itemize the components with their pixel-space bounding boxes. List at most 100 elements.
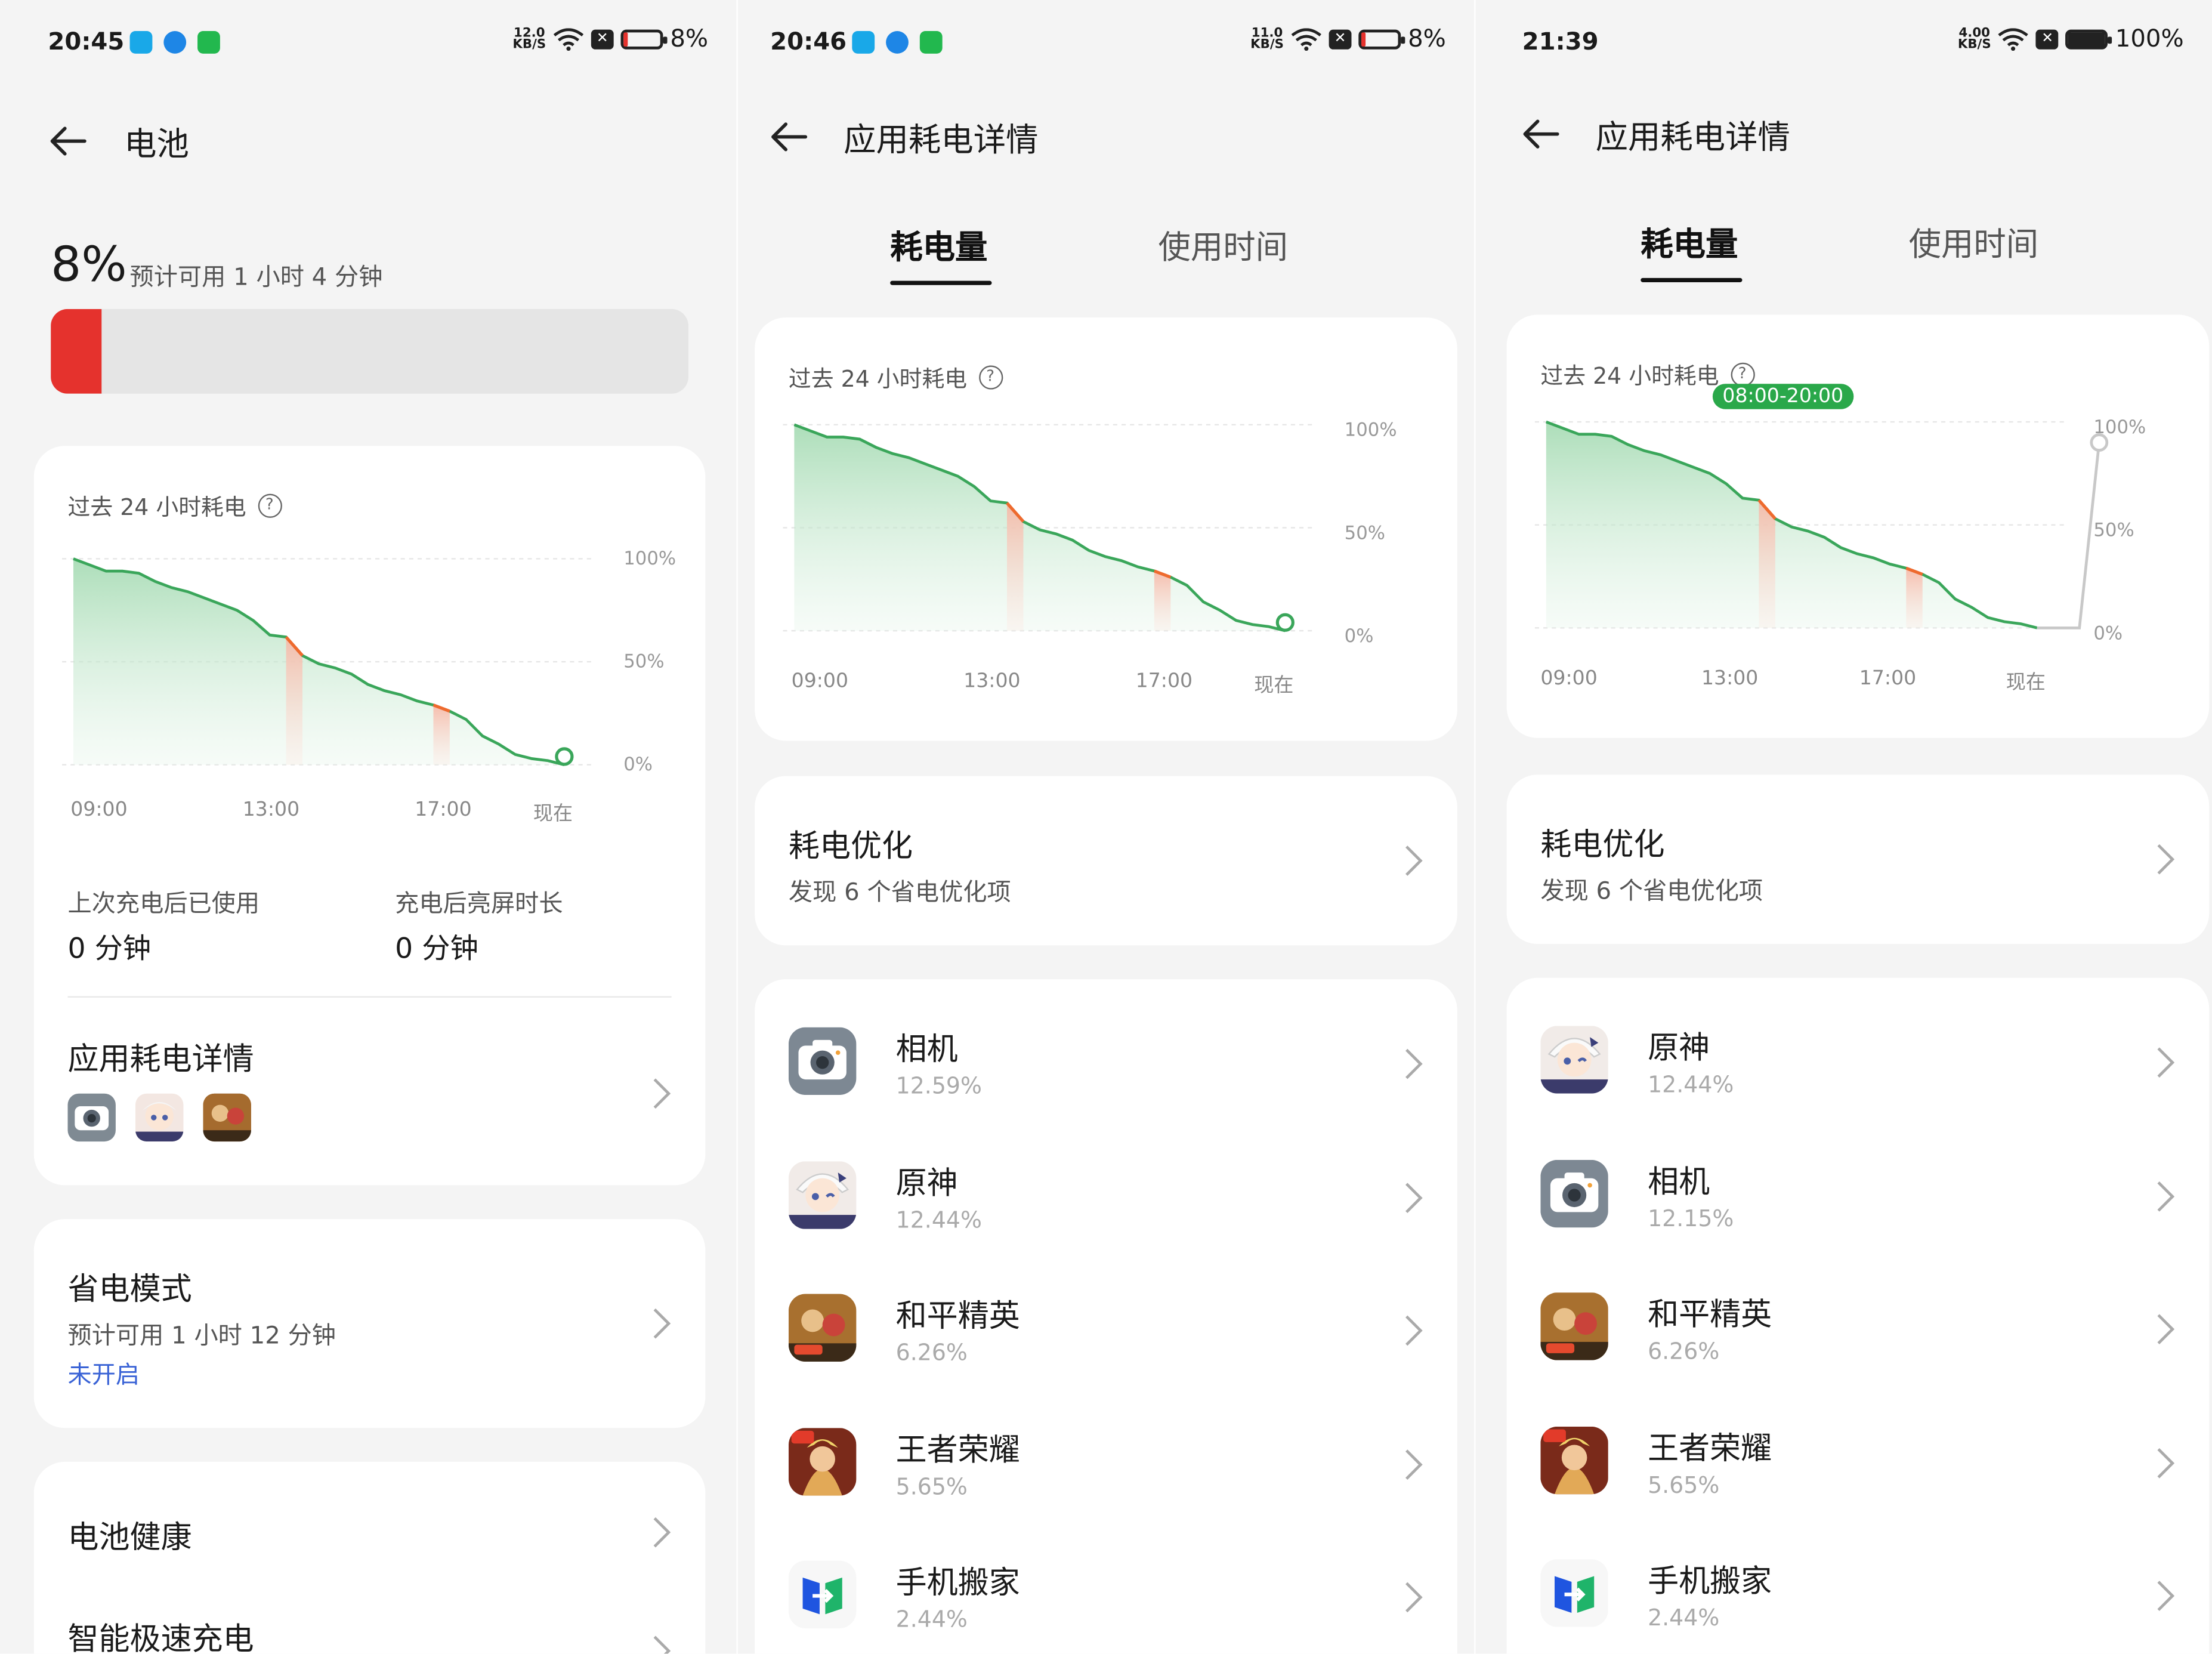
chevron-right-icon <box>2157 1581 2175 1612</box>
battery-health-row[interactable]: 电池健康 <box>34 1462 706 1563</box>
usage-chart <box>62 557 593 767</box>
optimization-title: 耗电优化 <box>788 829 913 865</box>
tab-power-usage[interactable]: 耗电量 <box>1641 217 1738 265</box>
tab-usage-time[interactable]: 使用时间 <box>1158 220 1289 268</box>
app-name: 和平精英 <box>895 1300 1020 1335</box>
usage-chart-card: 过去 24 小时耗电 ? 08:00-20:00 09:00 13:00 17:… <box>1506 314 2210 738</box>
app-row[interactable]: 相机 12.15% <box>1507 1125 2210 1258</box>
browser-notification-icon <box>886 31 909 54</box>
peace-elite-icon <box>788 1294 857 1362</box>
end-point <box>555 747 574 766</box>
sim-off-icon: ✕ <box>2036 29 2059 50</box>
stat-label-since-charge: 上次充电后已使用 <box>67 890 260 919</box>
app-row[interactable]: 手机搬家 2.44% <box>1507 1526 2210 1653</box>
x-tick-label: 现在 <box>1254 674 1294 698</box>
app-name: 王者荣耀 <box>1648 1431 1772 1467</box>
battery-icon <box>2065 29 2113 50</box>
status-time: 20:45 <box>48 28 125 57</box>
status-battery-text: 100% <box>2115 25 2184 54</box>
app-row[interactable]: 和平精英 6.26% <box>755 1260 1457 1393</box>
y-tick-label: 0% <box>623 755 653 776</box>
status-bar: 20:45 12.0 KB/S ✕ 8% <box>0 26 736 65</box>
app-percent: 12.44% <box>895 1205 982 1233</box>
x-tick-label: 现在 <box>533 803 573 826</box>
phone-clone-icon <box>788 1561 857 1629</box>
optimization-row[interactable]: 耗电优化 发现 6 个省电优化项 <box>1506 774 2210 945</box>
chevron-right-icon <box>653 1078 671 1109</box>
app-percent: 12.44% <box>1648 1070 1734 1098</box>
app-row[interactable]: 王者荣耀 5.65% <box>755 1394 1457 1526</box>
chevron-right-icon <box>653 1636 671 1654</box>
wifi-icon <box>1291 28 1321 51</box>
status-battery-text: 8% <box>670 25 709 54</box>
drain-highlight <box>1759 500 1775 628</box>
app-percent: 6.26% <box>895 1339 968 1366</box>
chevron-right-icon <box>1405 1449 1423 1480</box>
app-row[interactable]: 和平精英 6.26% <box>1507 1259 2210 1391</box>
camera-icon <box>788 1027 857 1096</box>
app-row[interactable]: 相机 12.59% <box>755 993 1457 1126</box>
battery-percent: 8% <box>51 237 127 294</box>
stat-value-since-charge: 0 分钟 <box>67 931 152 965</box>
tab-indicator <box>890 280 992 285</box>
app-row[interactable]: 原神 12.44% <box>755 1127 1457 1260</box>
app-row[interactable]: 手机搬家 2.44% <box>755 1528 1457 1654</box>
app-detail-row[interactable]: 应用耗电详情 <box>34 998 706 1186</box>
y-tick-label: 100% <box>2093 417 2146 439</box>
chevron-right-icon <box>1405 1182 1423 1213</box>
y-tick-label: 0% <box>1344 626 1374 648</box>
power-save-title: 省电模式 <box>67 1273 192 1309</box>
optimization-subtitle: 发现 6 个省电优化项 <box>1540 877 1763 906</box>
tab-bar: 耗电量 使用时间 <box>1476 209 2212 282</box>
help-icon[interactable]: ? <box>1730 362 1754 386</box>
camera-icon <box>67 1093 116 1142</box>
x-tick-label: 13:00 <box>242 798 300 822</box>
app-row[interactable]: 原神 12.44% <box>1507 992 2210 1124</box>
status-bar: 21:39 4.00 KB/S ✕ 100% <box>1476 26 2212 65</box>
chevron-right-icon <box>2157 1314 2175 1345</box>
battery-icon <box>1358 29 1405 50</box>
app-name: 手机搬家 <box>895 1566 1020 1602</box>
app-percent: 12.15% <box>1648 1204 1734 1232</box>
battery-level-fill <box>51 308 102 394</box>
chevron-right-icon <box>1405 1048 1423 1079</box>
app-name: 和平精英 <box>1648 1298 1772 1334</box>
app-name: 原神 <box>895 1166 958 1202</box>
chevron-right-icon <box>1405 845 1423 876</box>
back-arrow-icon[interactable] <box>769 117 808 156</box>
optimization-row[interactable]: 耗电优化 发现 6 个省电优化项 <box>755 776 1457 946</box>
y-tick-label: 100% <box>1344 420 1397 442</box>
x-tick-label: 13:00 <box>963 670 1021 693</box>
drain-highlight <box>1006 503 1024 631</box>
app-percent: 5.65% <box>895 1473 968 1500</box>
page-title: 电池 <box>124 126 189 164</box>
y-tick-label: 50% <box>1344 523 1386 545</box>
chevron-right-icon <box>2157 844 2175 875</box>
qq-notification-icon <box>129 31 153 54</box>
power-save-row[interactable]: 省电模式 预计可用 1 小时 12 分钟 未开启 <box>33 1219 706 1428</box>
qq-notification-icon <box>852 31 875 54</box>
sim-off-icon: ✕ <box>591 29 614 50</box>
app-name: 相机 <box>1648 1165 1710 1201</box>
usage-card: 过去 24 小时耗电 ? 09:00 13:00 17:00 现在 100% 5… <box>33 446 706 1186</box>
x-tick-label: 13:00 <box>1701 667 1759 690</box>
back-arrow-icon[interactable] <box>1521 115 1560 154</box>
battery-level-bar <box>51 308 689 394</box>
chart-title: 过去 24 小时耗电 <box>67 493 246 521</box>
battery-health-title: 电池健康 <box>67 1521 192 1557</box>
battery-estimate: 预计可用 1 小时 4 分钟 <box>129 264 383 292</box>
smart-charge-row[interactable]: 智能极速充电 <box>34 1563 706 1654</box>
help-icon[interactable]: ? <box>257 493 282 517</box>
charge-line <box>2037 442 2101 629</box>
chevron-right-icon <box>1405 1316 1423 1346</box>
tab-usage-time[interactable]: 使用时间 <box>1909 217 2039 265</box>
tab-power-usage[interactable]: 耗电量 <box>890 220 987 268</box>
y-tick-label: 50% <box>623 652 665 674</box>
app-notification-icon <box>197 31 220 54</box>
help-icon[interactable]: ? <box>978 365 1003 389</box>
app-row[interactable]: 王者荣耀 5.65% <box>1507 1393 2210 1525</box>
chevron-right-icon <box>2157 1448 2175 1479</box>
back-arrow-icon[interactable] <box>48 121 87 161</box>
sim-off-icon: ✕ <box>1329 29 1352 50</box>
app-list: 原神 12.44% 相机 12.15% 和平精英 6.26% 王者荣耀 5.65% 手机搬家 2.… <box>1506 977 2210 1654</box>
